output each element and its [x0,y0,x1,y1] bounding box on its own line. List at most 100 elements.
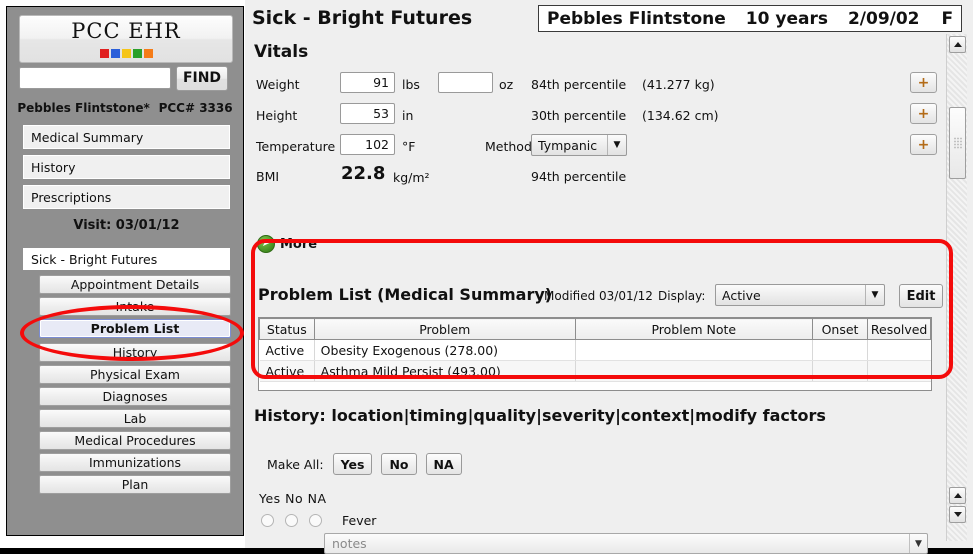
sidebar-item-label: Problem List [90,321,180,336]
scroll-content: Vitals Weight lbs oz 84th percentile (41… [245,34,957,554]
problem-list-edit-button[interactable]: Edit [899,284,943,308]
main-content-area: Sick - Bright Futures Pebbles Flintstone… [245,0,973,554]
temperature-add-button[interactable]: + [910,134,937,155]
more-vitals-link[interactable]: ➤ More [257,235,317,253]
logo-color-squares [20,49,232,58]
problem-list-table-container: Status Problem Problem Note Onset Resolv… [258,317,932,391]
problem-list-modified: Modified 03/01/12 [544,289,653,303]
sidebar-item-problem-list[interactable]: Problem List [39,319,231,338]
patient-banner: Pebbles Flintstone 10 years 2/09/02 F [538,5,962,32]
scroll-up-button[interactable] [949,36,966,53]
fever-notes-placeholder: notes [332,536,367,551]
temperature-unit: °F [402,139,416,154]
sidebar-item-diagnoses[interactable]: Diagnoses [39,387,231,406]
sidebar-patient-name: Pebbles Flintstone* [17,101,150,115]
weight-add-button[interactable]: + [910,72,937,93]
scroll-page-up-button[interactable] [949,487,966,504]
cell-resolved [867,339,931,361]
triangle-up-icon [953,493,962,498]
height-label: Height [256,108,298,123]
sidebar-item-history-visit[interactable]: History [39,343,231,362]
logo-square-yellow [121,49,131,58]
history-item-fever-row: Fever [261,513,376,528]
scroll-down-button[interactable] [949,506,966,523]
weight-oz-input[interactable] [438,72,493,93]
patient-banner-name: Pebbles Flintstone [547,8,726,29]
fever-notes-select[interactable]: notes ▼ [324,533,928,554]
sidebar-item-immunizations[interactable]: Immunizations [39,453,231,472]
history-section-title: History: location|timing|quality|severit… [254,406,826,425]
cell-status: Active [259,339,315,361]
sidebar-item-label: Diagnoses [102,389,168,404]
pcc-ehr-logo: PCC EHR [19,15,233,63]
sidebar-item-label: Plan [121,477,149,492]
sidebar-item-prescriptions[interactable]: Prescriptions [23,185,230,209]
vitals-section-title: Vitals [254,42,309,62]
sidebar-item-intake[interactable]: Intake [39,297,231,316]
make-all-na-button[interactable]: NA [425,453,462,475]
visit-type-field[interactable]: Sick - Bright Futures [23,248,230,270]
search-input[interactable] [19,67,171,89]
weight-lbs-input[interactable] [340,72,395,93]
sidebar-item-label: Medical Procedures [74,433,196,448]
weight-metric: (41.277 kg) [642,77,715,92]
sidebar-item-history[interactable]: History [23,155,230,179]
temperature-input[interactable] [340,134,395,155]
bmi-percentile: 94th percentile [531,169,627,184]
column-header-problem-note[interactable]: Problem Note [574,318,813,340]
column-header-resolved[interactable]: Resolved [867,318,931,340]
problem-list-display-select[interactable]: Active ▼ [715,284,885,306]
cell-onset [811,360,869,382]
sidebar-item-medical-procedures[interactable]: Medical Procedures [39,431,231,450]
sidebar-item-physical-exam[interactable]: Physical Exam [39,365,231,384]
sidebar-item-label: Physical Exam [90,367,180,382]
table-row[interactable]: Active Asthma Mild Persist (493.00) [259,360,931,382]
visit-date-label: Visit: 03/01/12 [73,218,180,233]
weight-oz-unit: oz [499,77,514,92]
radio-no-fever[interactable] [285,514,298,527]
sidebar-item-lab[interactable]: Lab [39,409,231,428]
logo-square-blue [110,49,120,58]
radio-yes-fever[interactable] [261,514,274,527]
sidebar-item-medical-summary[interactable]: Medical Summary [23,125,230,149]
patient-banner-sex: F [941,8,954,29]
logo-square-red [99,49,109,58]
column-header-status[interactable]: Status [259,318,315,340]
grip-dots-icon [953,137,962,149]
table-header-row: Status Problem Problem Note Onset Resolv… [259,318,931,340]
cell-status: Active [259,360,315,382]
make-all-row: Make All: Yes No NA [267,453,462,475]
column-header-problem[interactable]: Problem [313,318,576,340]
height-add-button[interactable]: + [910,103,937,124]
sidebar-item-plan[interactable]: Plan [39,475,231,494]
problem-list-table: Status Problem Problem Note Onset Resolv… [259,318,931,382]
cell-problem-note [574,339,813,361]
temperature-method-select[interactable]: Tympanic ▼ [531,134,627,156]
height-input[interactable] [340,103,395,124]
main-vertical-scrollbar[interactable] [946,34,967,541]
sidebar-patient-pcc-number: PCC# 3336 [158,101,233,115]
cell-problem: Asthma Mild Persist (493.00) [313,360,576,382]
height-unit: in [402,108,414,123]
sidebar-item-label: History [31,159,76,175]
cell-problem-note [574,360,813,382]
make-all-label: Make All: [267,456,324,472]
column-header-onset[interactable]: Onset [811,318,869,340]
triangle-up-icon [953,42,962,47]
make-all-yes-button[interactable]: Yes [332,453,373,475]
find-button[interactable]: FIND [176,65,228,91]
sidebar-item-appointment-details[interactable]: Appointment Details [39,275,231,294]
problem-list-display-value: Active [722,287,761,303]
temperature-method-label: Method [485,139,532,154]
radio-na-fever[interactable] [309,514,322,527]
sidebar-item-label: Intake [115,299,155,314]
sidebar-item-label: Immunizations [88,455,182,470]
sidebar-item-label: Prescriptions [31,189,112,205]
weight-percentile: 84th percentile [531,77,627,92]
logo-wordmark: PCC EHR [71,19,181,43]
make-all-no-button[interactable]: No [381,453,417,475]
arrow-right-circle-icon: ➤ [257,235,275,253]
weight-label: Weight [256,77,300,92]
scrollbar-thumb[interactable] [949,107,966,179]
table-row[interactable]: Active Obesity Exogenous (278.00) [259,339,931,361]
